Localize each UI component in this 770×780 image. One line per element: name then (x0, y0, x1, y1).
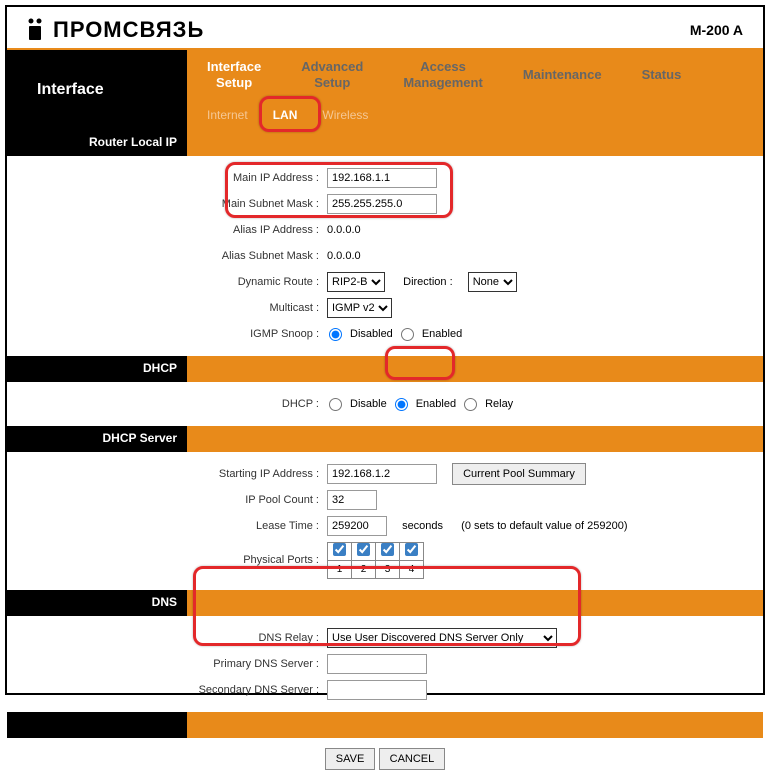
subtab-wireless[interactable]: Wireless (322, 108, 368, 122)
value-alias-mask: 0.0.0.0 (327, 250, 361, 262)
label-secondary-dns: Secondary DNS Server : (7, 684, 327, 696)
label-primary-dns: Primary DNS Server : (7, 658, 327, 670)
check-port-4[interactable] (405, 543, 418, 556)
logo-text: ПРОМСВЯЗЬ (53, 17, 204, 43)
tab-access-management[interactable]: Access Management (383, 59, 502, 90)
logo: ПРОМСВЯЗЬ (27, 17, 204, 43)
nav-title: Interface (7, 50, 187, 130)
label-lease: Lease Time : (7, 520, 327, 532)
cancel-button[interactable]: CANCEL (379, 748, 446, 770)
tab-maintenance[interactable]: Maintenance (503, 67, 622, 83)
input-pool-count[interactable] (327, 490, 377, 510)
tab-status[interactable]: Status (622, 67, 702, 83)
label-pool-count: IP Pool Count : (7, 494, 327, 506)
select-multicast[interactable]: IGMP v2 (327, 298, 392, 318)
label-multicast: Multicast : (7, 302, 327, 314)
section-dhcp: DHCP (7, 356, 187, 382)
radio-dhcp-enabled[interactable] (395, 398, 408, 411)
label-alias-ip: Alias IP Address : (7, 224, 327, 236)
check-port-3[interactable] (381, 543, 394, 556)
input-main-mask[interactable] (327, 194, 437, 214)
value-alias-ip: 0.0.0.0 (327, 224, 361, 236)
subtab-internet[interactable]: Internet (207, 108, 248, 122)
radio-snoop-enabled[interactable] (401, 328, 414, 341)
radio-dhcp-relay[interactable] (464, 398, 477, 411)
section-dns: DNS (7, 590, 187, 616)
input-start-ip[interactable] (327, 464, 437, 484)
header: ПРОМСВЯЗЬ M-200 A (7, 7, 763, 50)
input-lease[interactable] (327, 516, 387, 536)
label-alias-mask: Alias Subnet Mask : (7, 250, 327, 262)
input-primary-dns[interactable] (327, 654, 427, 674)
tab-advanced-setup[interactable]: Advanced Setup (281, 59, 383, 90)
select-dyn-route[interactable]: RIP2-B (327, 272, 385, 292)
select-direction[interactable]: None (468, 272, 517, 292)
tab-interface-setup[interactable]: Interface Setup (187, 59, 281, 90)
footer-buttons: SAVE CANCEL (7, 738, 763, 780)
check-port-1[interactable] (333, 543, 346, 556)
label-main-ip: Main IP Address : (7, 172, 327, 184)
radio-dhcp-disable[interactable] (329, 398, 342, 411)
ports-table: 1234 (327, 542, 424, 579)
input-secondary-dns[interactable] (327, 680, 427, 700)
select-dns-relay[interactable]: Use User Discovered DNS Server Only (327, 628, 557, 648)
label-igmp-snoop: IGMP Snoop : (7, 328, 327, 340)
model-label: M-200 A (690, 22, 743, 38)
radio-snoop-disabled[interactable] (329, 328, 342, 341)
logo-icon (27, 18, 47, 42)
label-dyn-route: Dynamic Route : (7, 276, 327, 288)
label-start-ip: Starting IP Address : (7, 468, 327, 480)
check-port-2[interactable] (357, 543, 370, 556)
subtab-lan[interactable]: LAN (273, 108, 298, 122)
content: Router Local IP Main IP Address : Main S… (7, 130, 763, 780)
label-phys-ports: Physical Ports : (7, 554, 327, 566)
button-pool-summary[interactable]: Current Pool Summary (452, 463, 586, 485)
section-dhcp-server: DHCP Server (7, 426, 187, 452)
navbar: Interface Interface Setup Advanced Setup… (7, 50, 763, 130)
save-button[interactable]: SAVE (325, 748, 376, 770)
label-direction: Direction : (403, 276, 453, 288)
tabs-sub: Internet LAN Wireless (187, 100, 763, 130)
tabs-main: Interface Setup Advanced Setup Access Ma… (187, 50, 763, 100)
label-dhcp: DHCP : (7, 398, 327, 410)
section-router-ip: Router Local IP (7, 130, 187, 156)
label-main-mask: Main Subnet Mask : (7, 198, 327, 210)
label-dns-relay: DNS Relay : (7, 632, 327, 644)
input-main-ip[interactable] (327, 168, 437, 188)
